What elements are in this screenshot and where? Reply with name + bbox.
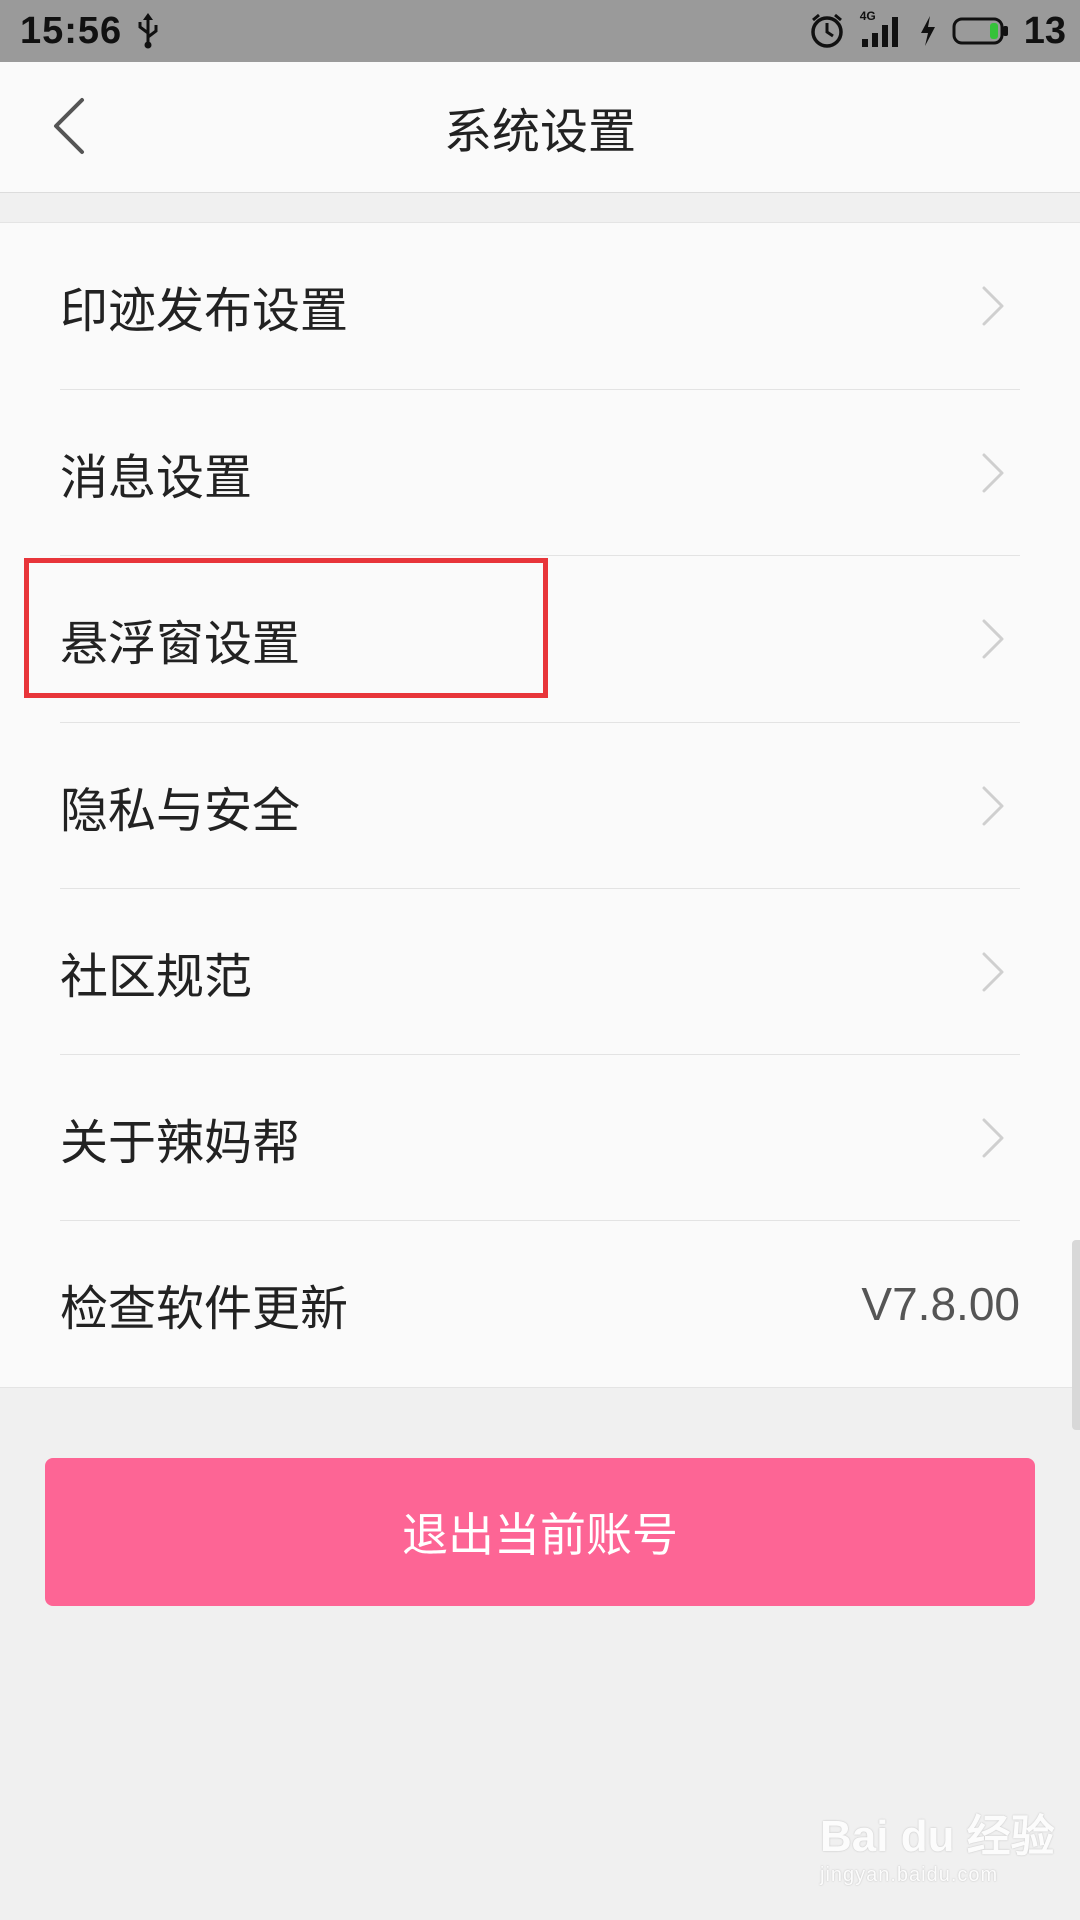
title-bar: 系统设置 <box>0 62 1080 193</box>
settings-item-privacy[interactable]: 隐私与安全 <box>60 723 1020 889</box>
scroll-handle[interactable] <box>1072 1240 1080 1430</box>
status-bar-right: 4G 13 <box>808 9 1066 53</box>
settings-item-label: 关于辣妈帮 <box>60 1115 301 1171</box>
battery-percent: 13 <box>1023 9 1066 52</box>
settings-item-label: 隐私与安全 <box>60 783 301 839</box>
chevron-right-icon <box>976 449 1010 497</box>
status-bar-left: 15:56 <box>20 10 160 53</box>
watermark-url: jingyan.baidu.com <box>820 1864 999 1886</box>
settings-item-messages[interactable]: 消息设置 <box>60 390 1020 556</box>
chevron-right-icon <box>976 782 1010 830</box>
chevron-right-icon <box>976 948 1010 996</box>
chevron-right-icon <box>976 1114 1010 1162</box>
settings-item-label: 社区规范 <box>60 949 253 1005</box>
settings-item-label: 消息设置 <box>60 450 253 506</box>
battery-icon <box>952 16 1010 46</box>
chevron-right-icon <box>976 282 1010 330</box>
settings-list: 印迹发布设置 消息设置 悬浮窗设置 隐私与安全 社区规范 关于辣妈帮 检查软件更… <box>0 222 1080 1388</box>
highlight-box <box>24 558 548 698</box>
status-time: 15:56 <box>20 9 123 52</box>
version-value: V7.8.00 <box>861 1278 1020 1330</box>
settings-item-label: 印迹发布设置 <box>60 283 349 339</box>
charging-icon <box>918 14 938 48</box>
chevron-right-icon <box>976 615 1010 663</box>
watermark-brand: Bai du 经验 <box>820 1812 1055 1861</box>
settings-item-community-rules[interactable]: 社区规范 <box>60 889 1020 1055</box>
signal-icon: 4G <box>860 9 904 49</box>
alarm-icon <box>808 12 846 50</box>
watermark: Bai du 经验 jingyan.baidu.com <box>820 1800 1070 1910</box>
settings-item-check-update[interactable]: 检查软件更新 V7.8.00 <box>60 1221 1020 1387</box>
usb-icon <box>136 13 160 49</box>
page-title: 系统设置 <box>443 104 636 160</box>
settings-item-about[interactable]: 关于辣妈帮 <box>60 1055 1020 1221</box>
settings-item-publish[interactable]: 印迹发布设置 <box>60 223 1020 389</box>
settings-item-label: 检查软件更新 <box>60 1281 349 1337</box>
network-type-label: 4G <box>859 9 876 23</box>
status-bar: 15:56 4G 13 <box>0 0 1080 62</box>
logout-button[interactable]: 退出当前账号 <box>45 1458 1035 1606</box>
